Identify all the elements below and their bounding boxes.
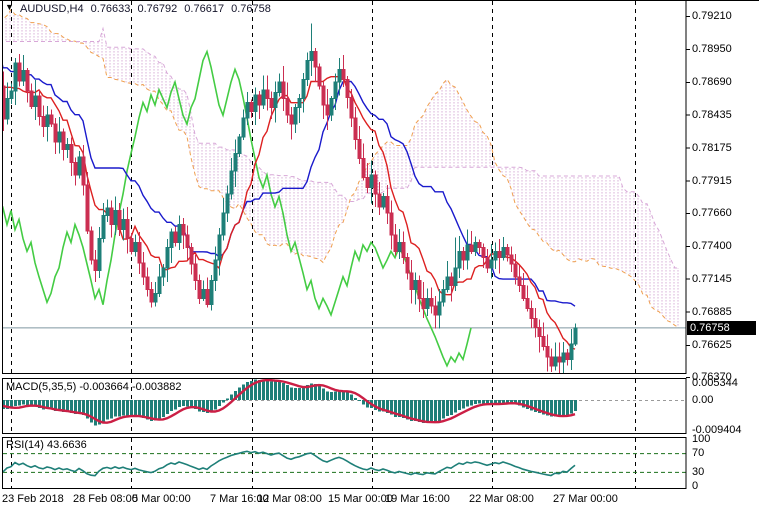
price-axis-label: 0.79210 — [692, 10, 732, 22]
price-axis-label: 0.76625 — [692, 339, 732, 351]
time-axis-label: 15 Mar 00:00 — [328, 493, 393, 505]
price-axis-label: 0.77145 — [692, 273, 732, 285]
macd-axis-label: 0.005344 — [692, 377, 738, 389]
price-axis-label: 0.78435 — [692, 109, 732, 121]
price-axis-label: 0.76885 — [692, 306, 732, 318]
macd-axis-label: 0.00 — [692, 394, 713, 406]
candlestick-chart-canvas[interactable] — [0, 0, 759, 511]
price-axis-label: 0.77660 — [692, 207, 732, 219]
price-axis-label: 0.78175 — [692, 142, 732, 154]
bid-price-tag: 0.76758 — [687, 321, 756, 335]
rsi-axis-label: 100 — [692, 433, 710, 445]
rsi-axis-label: 0 — [692, 480, 698, 492]
trading-chart-window: ▼ AUDUSD,H4 0.76633 0.76792 0.76617 0.76… — [0, 0, 759, 511]
time-axis-label: 28 Feb 08:00 — [73, 493, 138, 505]
time-axis-label: 5 Mar 00:00 — [132, 493, 191, 505]
price-axis-label: 0.77400 — [692, 240, 732, 252]
time-axis-label: 22 Mar 08:00 — [469, 493, 534, 505]
time-axis-label: 12 Mar 08:00 — [257, 493, 322, 505]
time-axis-label: 23 Feb 2018 — [2, 493, 64, 505]
price-axis-label: 0.78690 — [692, 76, 732, 88]
time-axis-label: 19 Mar 16:00 — [385, 493, 450, 505]
time-axis-label: 27 Mar 00:00 — [553, 493, 618, 505]
price-axis-label: 0.78950 — [692, 43, 732, 55]
rsi-axis-label: 70 — [692, 447, 704, 459]
rsi-axis-label: 30 — [692, 466, 704, 478]
chart-symbol-marker-icon[interactable]: ▼ — [5, 2, 14, 12]
price-axis-label: 0.77915 — [692, 175, 732, 187]
